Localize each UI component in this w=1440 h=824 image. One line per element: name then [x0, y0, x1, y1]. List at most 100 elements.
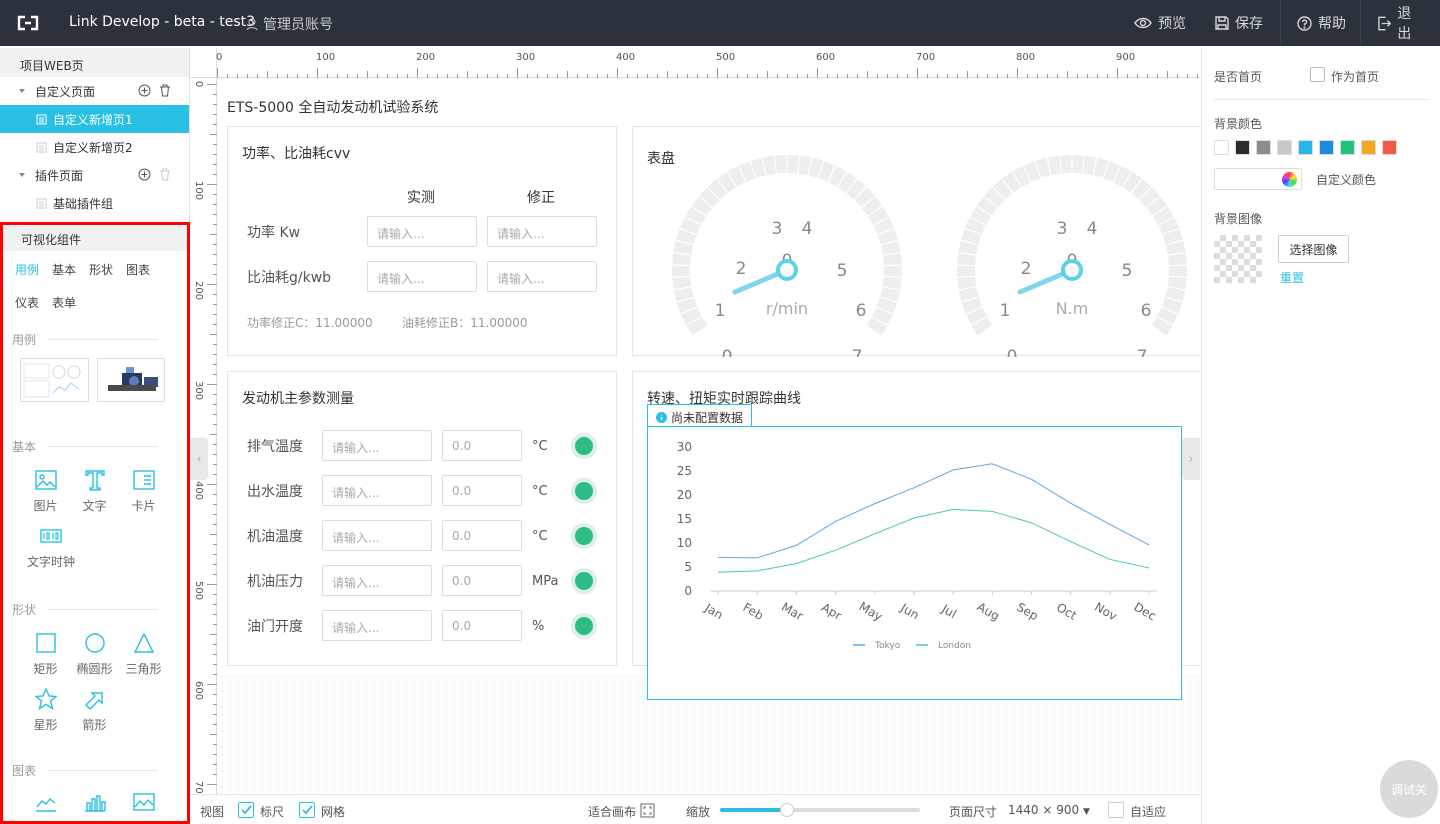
- set-home-checkbox[interactable]: [1310, 67, 1325, 82]
- logo-icon[interactable]: [0, 0, 56, 46]
- chart-widget[interactable]: 0 5 10 15 20 25 30 Jan Feb Mar Apr May Jun Jul Aug Sep O…: [647, 426, 1182, 700]
- y-tick-label: 10: [677, 536, 692, 550]
- collapse-right-handle[interactable]: ›: [1182, 438, 1200, 480]
- tool-triangle[interactable]: 三角形: [119, 632, 168, 688]
- help-button[interactable]: 帮助: [1280, 0, 1362, 46]
- tree-page-1[interactable]: 自定义新增页1: [0, 105, 189, 133]
- fuel-corrected-input[interactable]: 请输入...: [487, 261, 597, 292]
- admin-account[interactable]: 管理员账号: [245, 14, 333, 34]
- tree-basic-plugins[interactable]: 基础插件组: [0, 189, 189, 217]
- page-size-select[interactable]: 1440 × 900 ▼: [1008, 803, 1090, 817]
- example-thumb-dashboard[interactable]: [20, 358, 89, 402]
- x-tick-label: Mar: [779, 600, 806, 623]
- color-swatch[interactable]: [1340, 140, 1355, 155]
- ruler-checkbox[interactable]: [238, 802, 254, 818]
- param-label: 油门开度: [247, 619, 303, 635]
- color-wheel-icon[interactable]: [1282, 172, 1297, 187]
- bg-image-label: 背景图像: [1214, 212, 1263, 226]
- fit-canvas-icon[interactable]: [640, 803, 655, 818]
- tool-text[interactable]: 文字: [70, 469, 119, 525]
- example-thumb-machine[interactable]: [97, 358, 165, 402]
- ruler-corner: [190, 48, 217, 78]
- trash-icon[interactable]: [159, 84, 171, 97]
- tool-area-chart[interactable]: [119, 791, 168, 821]
- param-value[interactable]: 0.0: [442, 430, 522, 461]
- gauge-tick: [672, 264, 691, 267]
- power-measured-input[interactable]: 请输入...: [367, 216, 477, 247]
- collapse-left-handle[interactable]: ‹: [190, 438, 208, 480]
- y-tick-label: 25: [677, 464, 692, 478]
- engine-card[interactable]: 发动机主参数测量 排气温度 请输入... 0.0 °C 出水温度 请输入... 0.0 °C 机…: [227, 371, 617, 666]
- gauge-card[interactable]: 表盘 012340567r/min012340567N.m: [632, 126, 1200, 357]
- param-value[interactable]: 0.0: [442, 565, 522, 596]
- tool-bar-chart[interactable]: [70, 791, 119, 821]
- color-swatch[interactable]: [1298, 140, 1313, 155]
- tab-basic[interactable]: 基本: [52, 261, 76, 278]
- reset-link[interactable]: 重置: [1280, 269, 1304, 286]
- color-swatch[interactable]: [1256, 140, 1271, 155]
- y-tick-label: 0: [684, 584, 692, 598]
- gauge-tick: [883, 264, 902, 267]
- color-swatch[interactable]: [1382, 140, 1397, 155]
- tool-card[interactable]: 卡片: [119, 469, 168, 525]
- status-indicator[interactable]: [572, 614, 596, 638]
- tool-image[interactable]: 图片: [21, 469, 70, 525]
- color-swatch[interactable]: [1361, 140, 1376, 155]
- choose-image-button[interactable]: 选择图像: [1278, 235, 1349, 263]
- gauge-unit: r/min: [766, 299, 808, 318]
- status-indicator[interactable]: [572, 524, 596, 548]
- color-swatch[interactable]: [1214, 140, 1229, 155]
- tool-arrow[interactable]: 箭形: [70, 688, 119, 744]
- param-value[interactable]: 0.0: [442, 520, 522, 551]
- status-indicator[interactable]: [572, 434, 596, 458]
- color-swatch[interactable]: [1319, 140, 1334, 155]
- color-swatch[interactable]: [1235, 140, 1250, 155]
- status-indicator[interactable]: [572, 569, 596, 593]
- grid-checkbox[interactable]: [299, 802, 315, 818]
- view-label: 视图: [200, 805, 225, 819]
- gauge-tick-label: 3: [1057, 219, 1068, 239]
- set-home-label: 作为首页: [1331, 70, 1380, 84]
- tab-forms[interactable]: 表单: [52, 294, 76, 311]
- tree-custom-pages[interactable]: 自定义页面: [0, 77, 189, 105]
- preview-button[interactable]: 预览: [1118, 0, 1202, 46]
- save-button[interactable]: 保存: [1199, 0, 1279, 46]
- param-input[interactable]: 请输入...: [322, 475, 432, 506]
- add-icon[interactable]: [138, 168, 151, 181]
- status-indicator[interactable]: [572, 479, 596, 503]
- debug-toggle-button[interactable]: 调试关: [1380, 760, 1438, 818]
- add-icon[interactable]: [138, 84, 151, 97]
- x-tick-label: Sep: [1014, 600, 1041, 623]
- tab-gauges[interactable]: 仪表: [15, 294, 39, 311]
- fuel-measured-input[interactable]: 请输入...: [367, 261, 477, 292]
- tree-page-2[interactable]: 自定义新增页2: [0, 133, 189, 161]
- custom-color-input[interactable]: [1214, 168, 1302, 190]
- zoom-slider[interactable]: [720, 803, 920, 817]
- page-icon: [36, 198, 47, 208]
- param-input[interactable]: 请输入...: [322, 430, 432, 461]
- gauge-tick-label: 6: [1141, 301, 1152, 321]
- param-value[interactable]: 0.0: [442, 610, 522, 641]
- power-card[interactable]: 功率、比油耗cvv 实测 修正 功率 Kw 请输入... 请输入... 比油耗g…: [227, 126, 617, 356]
- auto-fit-checkbox[interactable]: [1108, 802, 1124, 818]
- tool-ellipse[interactable]: 椭圆形: [70, 632, 119, 688]
- tool-text-clock[interactable]: 文字时钟: [21, 525, 81, 581]
- power-corrected-input[interactable]: 请输入...: [487, 216, 597, 247]
- param-value[interactable]: 0.0: [442, 475, 522, 506]
- tree-plugin-pages[interactable]: 插件页面: [0, 161, 189, 189]
- ruler-top-label: 100: [316, 52, 336, 63]
- param-input[interactable]: 请输入...: [322, 520, 432, 551]
- tool-line-chart[interactable]: [21, 791, 70, 821]
- param-input[interactable]: 请输入...: [322, 565, 432, 596]
- param-input[interactable]: 请输入...: [322, 610, 432, 641]
- tab-examples[interactable]: 用例: [15, 261, 39, 278]
- logout-button[interactable]: 退出: [1360, 0, 1440, 46]
- tab-charts[interactable]: 图表: [126, 261, 150, 278]
- color-swatch[interactable]: [1277, 140, 1292, 155]
- tab-shapes[interactable]: 形状: [89, 261, 113, 278]
- gauge-tick-label: 2: [736, 259, 747, 279]
- tool-star[interactable]: 星形: [21, 688, 70, 744]
- tool-rectangle[interactable]: 矩形: [21, 632, 70, 688]
- gauge-tick-label: 2: [1021, 259, 1032, 279]
- zoom-slider-handle[interactable]: [780, 803, 794, 817]
